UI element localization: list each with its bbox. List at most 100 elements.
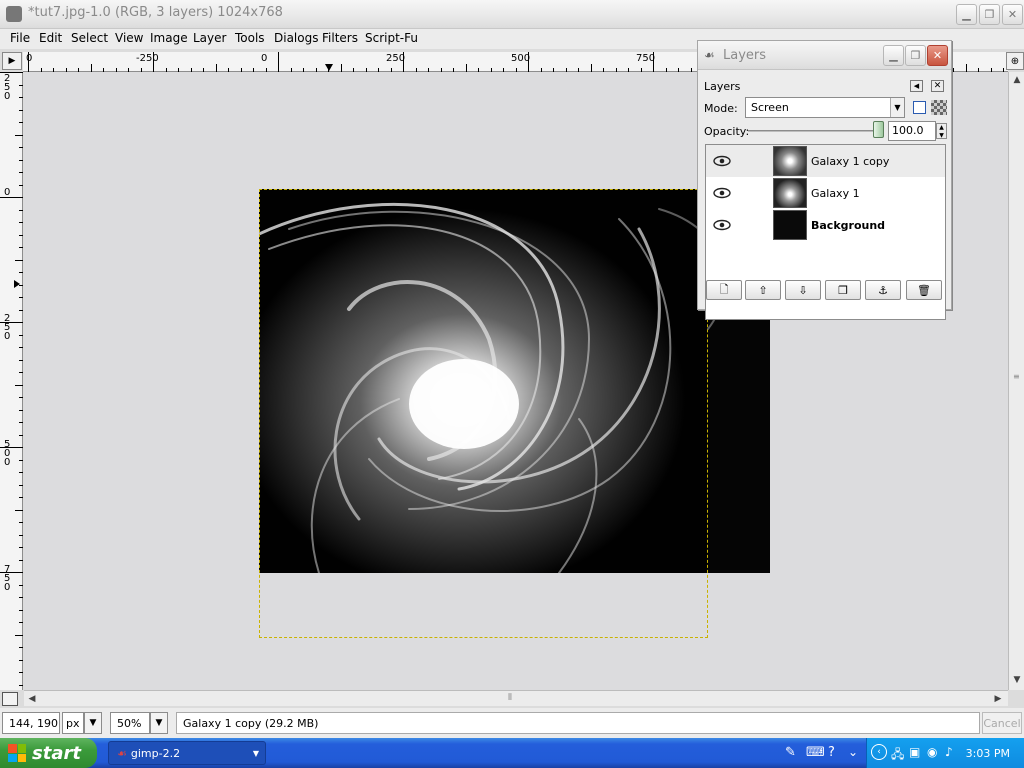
- layers-panel-title: Layers: [704, 80, 741, 93]
- layers-window-title: Layers: [723, 48, 767, 63]
- vertical-ruler[interactable]: 250 0 250 500 750: [0, 72, 23, 690]
- gimp-wilber-icon: ☙: [704, 48, 715, 62]
- scroll-grip-icon[interactable]: ⦀: [508, 693, 512, 703]
- new-layer-icon: 🗋: [719, 282, 729, 296]
- display-icon[interactable]: ▣: [909, 745, 920, 759]
- close-button[interactable]: ✕: [1002, 4, 1023, 25]
- duplicate-layer-button[interactable]: ❐: [825, 280, 861, 300]
- hruler-label: 500: [511, 53, 531, 64]
- opacity-spin-icon[interactable]: ▲ ▼: [936, 123, 947, 139]
- window-title: *tut7.jpg-1.0 (RGB, 3 layers) 1024x768: [28, 5, 283, 20]
- status-message: Galaxy 1 copy (29.2 MB): [176, 712, 980, 734]
- taskbar: start ☙ gimp-2.2 ▼ ✎ ⌨ ? ⌄ ‹ 🖧 ▣ ◉ ♪ 3:0…: [0, 738, 1024, 768]
- menu-file[interactable]: File: [10, 31, 30, 45]
- hruler-label: 250: [386, 53, 406, 64]
- lock-alpha-icon: [931, 100, 947, 115]
- layer-boundary-outline: [259, 189, 708, 638]
- vertical-ruler-ticks: [0, 72, 23, 686]
- hruler-label: 0: [261, 53, 268, 64]
- opacity-slider-track[interactable]: [748, 130, 878, 132]
- navigate-zoom-icon[interactable]: ⊕: [1006, 52, 1024, 70]
- zoom-dropdown-arrow-icon[interactable]: ▼: [150, 712, 168, 734]
- visibility-eye-icon[interactable]: [712, 218, 732, 232]
- status-bar: 144, 190 px ▼ 50% ▼ Galaxy 1 copy (29.2 …: [0, 708, 1024, 738]
- menu-layer[interactable]: Layer: [193, 31, 226, 45]
- visibility-eye-icon[interactable]: [712, 186, 732, 200]
- tab-menu-icon[interactable]: ◀: [910, 80, 923, 92]
- help-icon[interactable]: ?: [828, 745, 835, 760]
- task-menu-arrow-icon: ▼: [252, 748, 259, 758]
- network-icon[interactable]: 🖧: [891, 745, 904, 766]
- cancel-button[interactable]: Cancel: [982, 712, 1022, 734]
- duplicate-layer-icon: ❐: [838, 283, 848, 297]
- gimp-wilber-icon: ☙: [117, 746, 127, 760]
- start-button[interactable]: start: [0, 738, 97, 768]
- opacity-slider-handle[interactable]: [873, 121, 884, 138]
- raise-layer-icon: ⇧: [758, 283, 768, 297]
- tab-close-icon[interactable]: ✕: [931, 80, 944, 92]
- layers-dialog-titlebar[interactable]: ☙ Layers ▁ ❐ ✕: [698, 41, 951, 70]
- layers-close-button[interactable]: ✕: [927, 45, 948, 66]
- minimize-button[interactable]: ▁: [956, 4, 977, 25]
- layer-name[interactable]: Background: [811, 219, 885, 232]
- language-bar-icon[interactable]: ⌨: [806, 745, 825, 760]
- raise-layer-button[interactable]: ⇧: [745, 280, 781, 300]
- menu-dialogs[interactable]: Dialogs: [274, 31, 318, 45]
- new-layer-button[interactable]: 🗋: [706, 280, 742, 300]
- layers-dialog: ☙ Layers ▁ ❐ ✕ Layers ◀ ✕ Mode: Screen ▼…: [697, 40, 952, 320]
- layer-thumbnail: [773, 146, 807, 176]
- layers-minimize-button[interactable]: ▁: [883, 45, 904, 66]
- mode-dropdown-arrow-icon[interactable]: ▼: [890, 98, 904, 117]
- quick-mask-toggle-icon[interactable]: [2, 692, 18, 706]
- layers-maximize-button[interactable]: ❐: [905, 45, 926, 66]
- menu-select[interactable]: Select: [71, 31, 108, 45]
- horizontal-scrollbar[interactable]: ◀ ⦀ ▶: [2, 690, 1008, 707]
- lower-layer-icon: ⇩: [798, 283, 808, 297]
- delete-layer-button[interactable]: 🗑: [906, 280, 942, 300]
- delete-layer-icon: 🗑: [917, 283, 931, 297]
- vruler-label: 250: [4, 73, 11, 102]
- layer-row[interactable]: Background: [706, 209, 945, 241]
- pen-tool-icon[interactable]: ✎: [785, 745, 796, 760]
- layer-row[interactable]: Galaxy 1: [706, 177, 945, 209]
- taskbar-item-gimp[interactable]: ☙ gimp-2.2 ▼: [108, 741, 266, 765]
- scroll-right-icon[interactable]: ▶: [990, 691, 1006, 707]
- layer-name[interactable]: Galaxy 1: [811, 187, 860, 200]
- vruler-label: 0: [4, 187, 11, 198]
- security-icon[interactable]: ◉: [927, 745, 937, 759]
- visibility-eye-icon[interactable]: [712, 154, 732, 168]
- pointer-position-marker-icon: [14, 280, 20, 288]
- image-menu-arrow-icon[interactable]: ▶: [2, 52, 22, 70]
- menu-view[interactable]: View: [115, 31, 143, 45]
- mode-label: Mode:: [704, 102, 738, 115]
- menu-image[interactable]: Image: [150, 31, 188, 45]
- pointer-position-marker-icon: [325, 64, 333, 71]
- layer-row[interactable]: Galaxy 1 copy: [706, 145, 945, 177]
- opacity-value-field[interactable]: 100.0: [888, 121, 936, 141]
- menu-tools[interactable]: Tools: [235, 31, 265, 45]
- layer-thumbnail: [773, 178, 807, 208]
- menu-edit[interactable]: Edit: [39, 31, 62, 45]
- layer-name[interactable]: Galaxy 1 copy: [811, 155, 889, 168]
- anchor-layer-button[interactable]: ⚓: [865, 280, 901, 300]
- vertical-scrollbar[interactable]: ▲ ≡ ▼: [1008, 72, 1024, 690]
- hruler-label: -250: [136, 53, 159, 64]
- language-options-icon[interactable]: ⌄: [848, 745, 858, 759]
- zoom-field[interactable]: 50%: [110, 712, 150, 734]
- lower-layer-button[interactable]: ⇩: [785, 280, 821, 300]
- layer-thumbnail: [773, 210, 807, 240]
- volume-icon[interactable]: ♪: [945, 745, 953, 759]
- maximize-button[interactable]: ❐: [979, 4, 1000, 25]
- mode-select[interactable]: Screen: [745, 97, 905, 118]
- hruler-label: 0: [26, 53, 33, 64]
- scroll-grip-icon[interactable]: ≡: [1013, 372, 1020, 381]
- scroll-left-icon[interactable]: ◀: [24, 691, 40, 707]
- menu-filters[interactable]: Filters: [322, 31, 358, 45]
- unit-dropdown-arrow-icon[interactable]: ▼: [84, 712, 102, 734]
- scroll-up-icon[interactable]: ▲: [1009, 72, 1024, 88]
- unit-select[interactable]: px: [62, 712, 84, 734]
- menu-script-fu[interactable]: Script-Fu: [365, 31, 418, 45]
- scroll-down-icon[interactable]: ▼: [1009, 672, 1024, 688]
- tray-collapse-icon[interactable]: ‹: [871, 744, 887, 760]
- keep-transparency-checkbox[interactable]: [913, 101, 926, 114]
